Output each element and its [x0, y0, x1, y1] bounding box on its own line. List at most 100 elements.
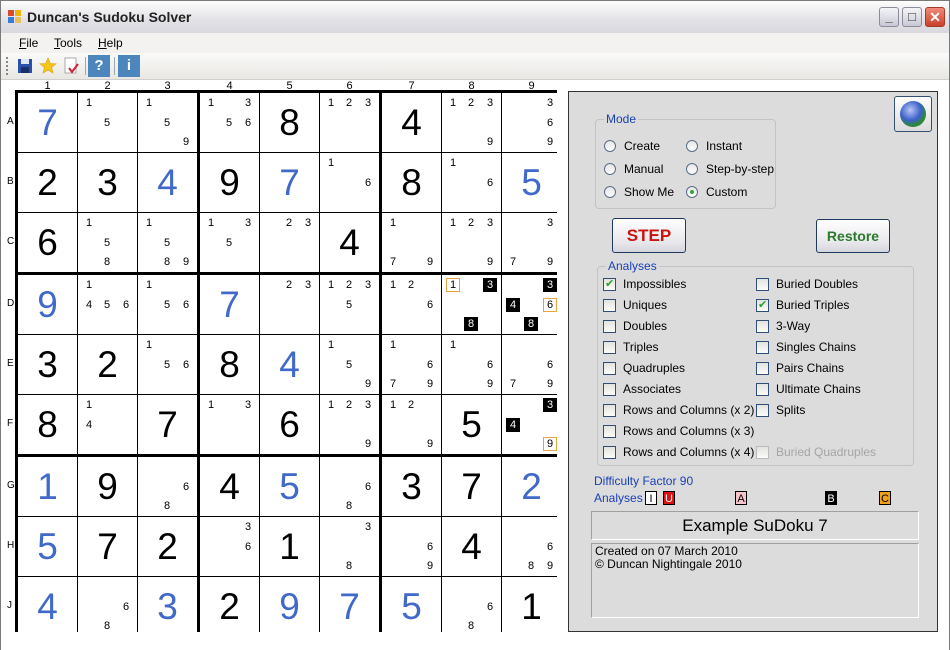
checkbox-box[interactable] [756, 341, 769, 354]
cell-E4[interactable]: 8 [200, 335, 259, 394]
cell-B7[interactable]: 8 [382, 153, 441, 212]
cell-C8[interactable]: 123 9 [442, 213, 501, 272]
cell-J9[interactable]: 1 [502, 577, 561, 636]
cell-G5[interactable]: 5 [260, 457, 319, 516]
cell-E8[interactable]: 1 6 9 [442, 335, 501, 394]
cell-A3[interactable]: 159 [138, 93, 197, 152]
cell-C2[interactable]: 15 8 [78, 213, 137, 272]
cell-G1[interactable]: 1 [18, 457, 77, 516]
cell-J8[interactable]: 68 [442, 577, 501, 636]
radio-indicator[interactable] [604, 186, 616, 198]
cell-B3[interactable]: 4 [138, 153, 197, 212]
cell-G9[interactable]: 2 [502, 457, 561, 516]
cell-B9[interactable]: 5 [502, 153, 561, 212]
cell-A8[interactable]: 123 9 [442, 93, 501, 152]
radio-indicator[interactable] [686, 186, 698, 198]
radio-indicator[interactable] [604, 140, 616, 152]
check-button[interactable] [60, 55, 82, 77]
cell-D5[interactable]: 23 [260, 275, 319, 334]
cell-H9[interactable]: 689 [502, 517, 561, 576]
menu-tools[interactable]: Tools [54, 36, 82, 50]
cell-B4[interactable]: 9 [200, 153, 259, 212]
cell-F6[interactable]: 123 9 [320, 395, 379, 454]
globe-button[interactable] [894, 96, 932, 132]
cell-E1[interactable]: 3 [18, 335, 77, 394]
cell-A2[interactable]: 15 [78, 93, 137, 152]
cell-D3[interactable]: 156 [138, 275, 197, 334]
cell-J5[interactable]: 9 [260, 577, 319, 636]
cell-H7[interactable]: 69 [382, 517, 441, 576]
cell-A1[interactable]: 7 [18, 93, 77, 152]
step-button[interactable]: STEP [612, 218, 686, 253]
cell-A6[interactable]: 123 [320, 93, 379, 152]
checkbox-box[interactable] [603, 341, 616, 354]
cell-G4[interactable]: 4 [200, 457, 259, 516]
cell-J3[interactable]: 3 [138, 577, 197, 636]
new-button[interactable] [37, 55, 59, 77]
cell-J1[interactable]: 4 [18, 577, 77, 636]
cell-G6[interactable]: 68 [320, 457, 379, 516]
cell-B5[interactable]: 7 [260, 153, 319, 212]
cell-A9[interactable]: 3 6 9 [502, 93, 561, 152]
cell-D2[interactable]: 1 456 [78, 275, 137, 334]
cell-H1[interactable]: 5 [18, 517, 77, 576]
checkbox-box[interactable] [756, 362, 769, 375]
cell-J2[interactable]: 68 [78, 577, 137, 636]
checkbox-box[interactable] [756, 278, 769, 291]
checkbox-box[interactable] [603, 425, 616, 438]
cell-E7[interactable]: 1679 [382, 335, 441, 394]
cell-H3[interactable]: 2 [138, 517, 197, 576]
menu-file[interactable]: File [19, 36, 38, 50]
cell-G2[interactable]: 9 [78, 457, 137, 516]
cell-C3[interactable]: 1589 [138, 213, 197, 272]
help-button[interactable]: ? [88, 55, 110, 77]
cell-H6[interactable]: 38 [320, 517, 379, 576]
checkbox-box[interactable] [756, 404, 769, 417]
cell-F2[interactable]: 14 [78, 395, 137, 454]
cell-B1[interactable]: 2 [18, 153, 77, 212]
restore-button[interactable]: Restore [816, 219, 890, 253]
about-button[interactable]: i [118, 55, 140, 77]
cell-F1[interactable]: 8 [18, 395, 77, 454]
minimize-button[interactable]: _ [879, 7, 899, 27]
cell-E6[interactable]: 159 [320, 335, 379, 394]
radio-indicator[interactable] [604, 163, 616, 175]
menu-help[interactable]: Help [98, 36, 123, 50]
cell-E9[interactable]: 6 7 9 [502, 335, 561, 394]
radio-indicator[interactable] [686, 140, 698, 152]
checkbox-box[interactable] [603, 383, 616, 396]
cell-J4[interactable]: 2 [200, 577, 259, 636]
checkbox-box[interactable] [603, 404, 616, 417]
checkbox-box[interactable] [756, 320, 769, 333]
cell-D7[interactable]: 126 [382, 275, 441, 334]
cell-D4[interactable]: 7 [200, 275, 259, 334]
checkbox-box[interactable] [603, 362, 616, 375]
puzzle-notes[interactable]: Created on 07 March 2010 © Duncan Nighti… [591, 543, 919, 618]
cell-D9[interactable]: 3 4 68 [502, 275, 561, 334]
cell-E2[interactable]: 2 [78, 335, 137, 394]
cell-B2[interactable]: 3 [78, 153, 137, 212]
cell-E3[interactable]: 156 [138, 335, 197, 394]
cell-C1[interactable]: 6 [18, 213, 77, 272]
cell-A7[interactable]: 4 [382, 93, 441, 152]
checkbox-box[interactable] [756, 298, 769, 312]
cell-H5[interactable]: 1 [260, 517, 319, 576]
cell-J7[interactable]: 5 [382, 577, 441, 636]
cell-D1[interactable]: 9 [18, 275, 77, 334]
cell-D6[interactable]: 1235 [320, 275, 379, 334]
cell-C6[interactable]: 4 [320, 213, 379, 272]
cell-H8[interactable]: 4 [442, 517, 501, 576]
cell-C7[interactable]: 1 7 9 [382, 213, 441, 272]
cell-E5[interactable]: 4 [260, 335, 319, 394]
checkbox-box[interactable] [603, 320, 616, 333]
cell-G8[interactable]: 7 [442, 457, 501, 516]
cell-F8[interactable]: 5 [442, 395, 501, 454]
cell-A4[interactable]: 1 356 [200, 93, 259, 152]
close-button[interactable]: ✕ [925, 7, 945, 27]
cell-D8[interactable]: 1 3 8 [442, 275, 501, 334]
cell-J6[interactable]: 7 [320, 577, 379, 636]
cell-F4[interactable]: 13 [200, 395, 259, 454]
radio-indicator[interactable] [686, 163, 698, 175]
checkbox-box[interactable] [603, 446, 616, 459]
cell-A5[interactable]: 8 [260, 93, 319, 152]
